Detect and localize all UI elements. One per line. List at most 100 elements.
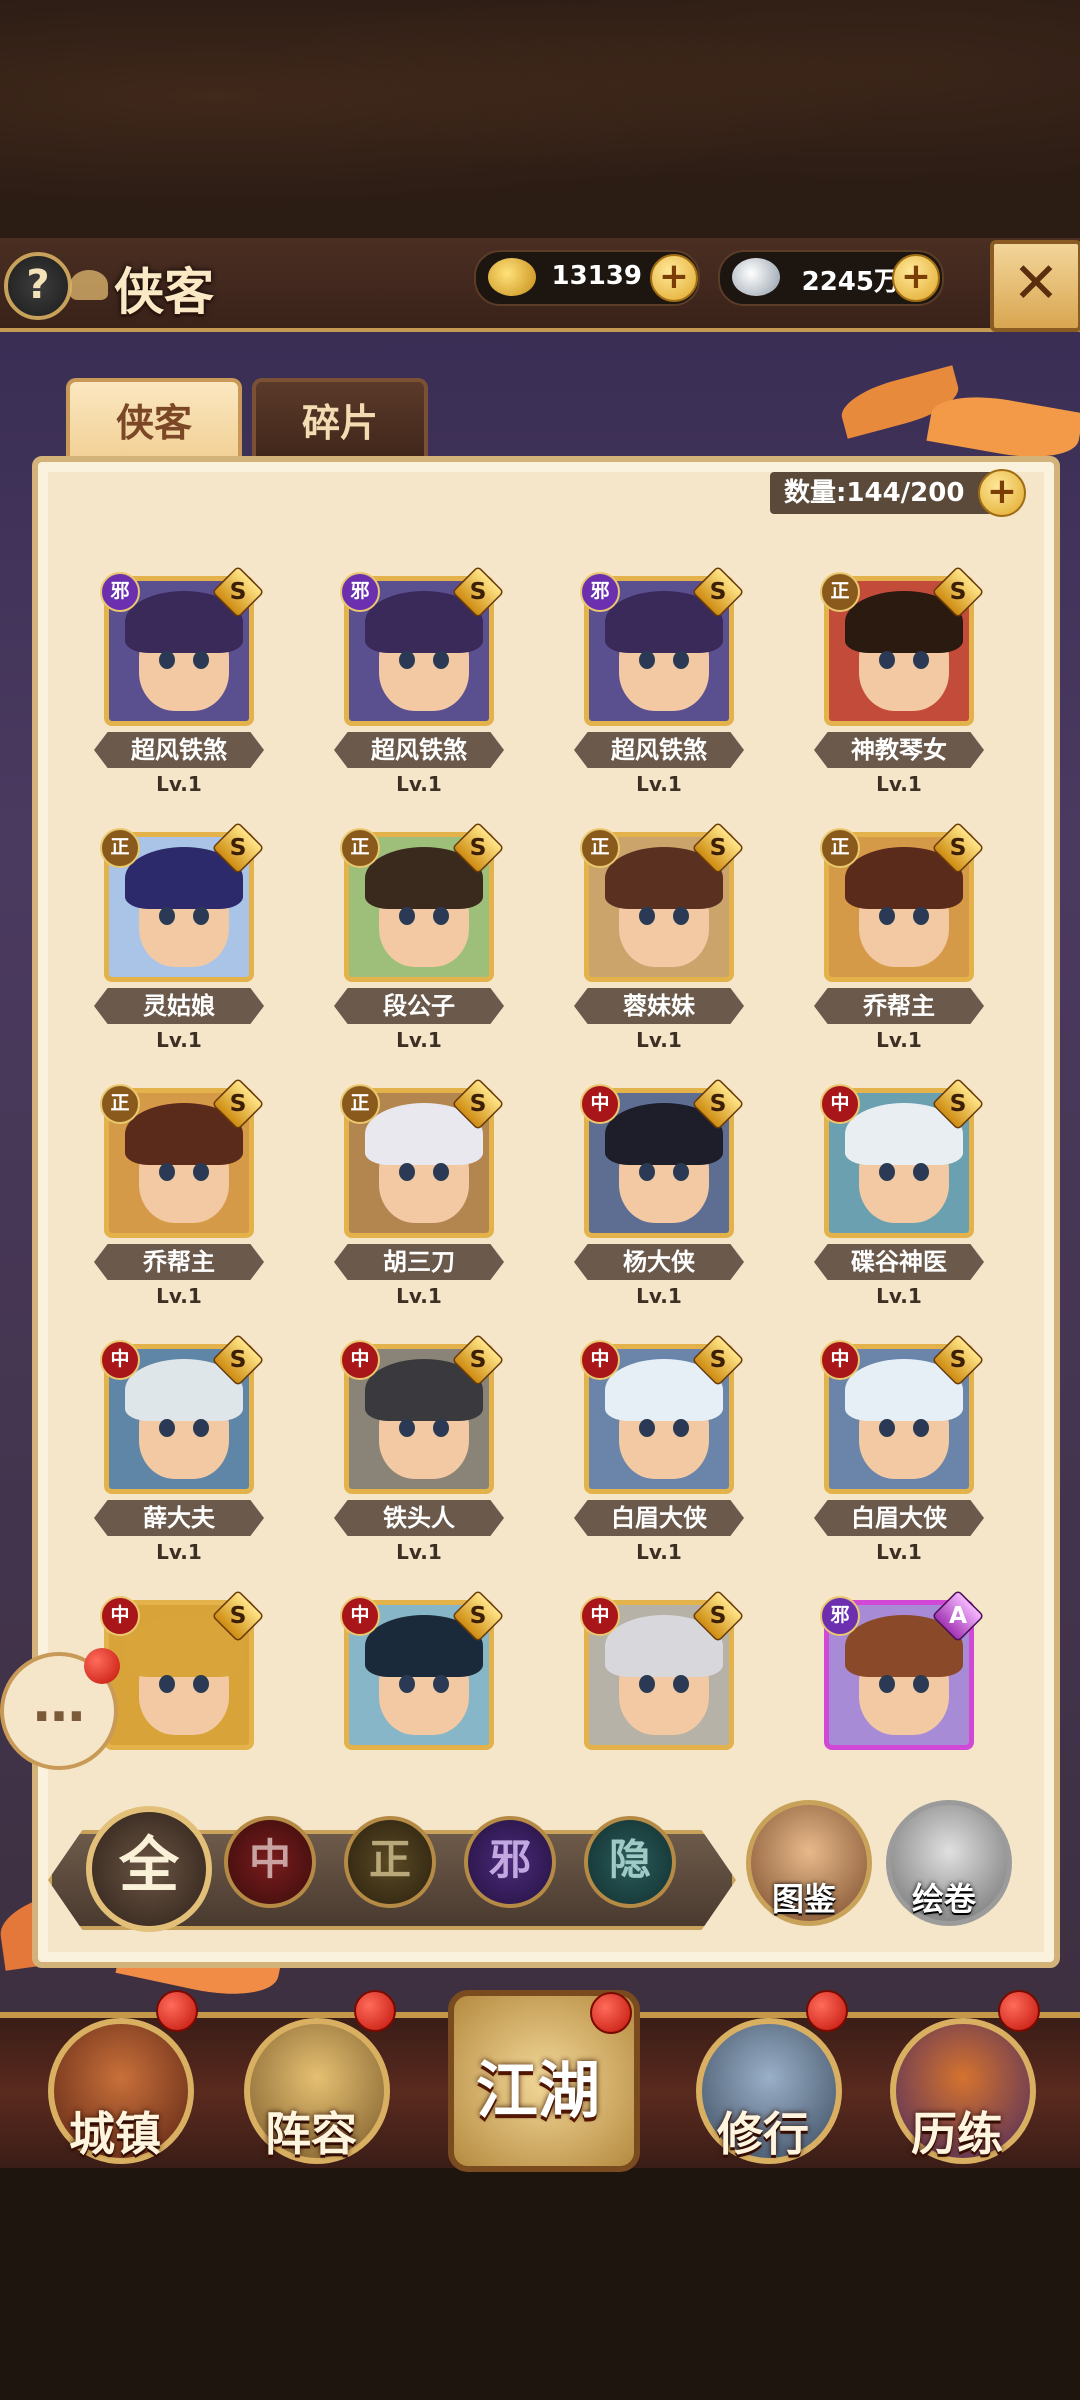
expand-capacity-button[interactable]: +	[978, 469, 1026, 517]
faction-badge: 正	[820, 572, 860, 612]
chat-notification-dot	[84, 1648, 120, 1684]
filter-neutral-button[interactable]: 中	[224, 1816, 316, 1908]
help-button[interactable]: ?	[4, 252, 72, 320]
hero-name: 超风铁煞	[574, 732, 744, 768]
grade-letter: S	[229, 577, 247, 606]
hero-eye	[433, 1675, 449, 1693]
hero-level: Lv.1	[876, 1540, 922, 1564]
nav-trial-label: 历练	[911, 2107, 1003, 2161]
hero-eye	[639, 1419, 655, 1437]
faction-badge: 中	[580, 1084, 620, 1124]
hero-name: 薛大夫	[94, 1500, 264, 1536]
hero-eye	[639, 1675, 655, 1693]
hero-name: 杨大侠	[574, 1244, 744, 1280]
hero-eye	[193, 651, 209, 669]
faction-badge: 正	[820, 828, 860, 868]
faction-badge: 中	[580, 1596, 620, 1636]
hero-eye	[913, 651, 929, 669]
hero-name: 乔帮主	[94, 1244, 264, 1280]
grade-letter: S	[469, 1089, 487, 1118]
tab-fragments[interactable]: 碎片	[252, 378, 428, 464]
filter-evil-button[interactable]: 邪	[464, 1816, 556, 1908]
silver-amount: 2245万	[801, 267, 900, 297]
gold-ingot-icon	[488, 258, 536, 296]
hero-eye	[193, 907, 209, 925]
hero-name: 超风铁煞	[94, 732, 264, 768]
hero-level: Lv.1	[636, 1540, 682, 1564]
hero-name: 白眉大侠	[814, 1500, 984, 1536]
nav-jianghu-label: 江湖	[475, 2054, 600, 2127]
bottom-background	[0, 2160, 1080, 2400]
hero-eye	[673, 1419, 689, 1437]
grade-letter: S	[229, 1345, 247, 1374]
hero-eye	[913, 1419, 929, 1437]
filter-all-button[interactable]: 全	[86, 1806, 212, 1932]
close-button[interactable]: ✕	[990, 240, 1080, 332]
jianghu-notification-dot	[590, 1992, 632, 2034]
hero-eye	[639, 907, 655, 925]
filter-hidden-button[interactable]: 隐	[584, 1816, 676, 1908]
hero-eye	[639, 1163, 655, 1181]
hero-eye	[879, 651, 895, 669]
hero-level: Lv.1	[396, 1028, 442, 1052]
faction-badge: 邪	[580, 572, 620, 612]
faction-badge: 邪	[820, 1596, 860, 1636]
hero-eye	[159, 1419, 175, 1437]
faction-badge: 中	[100, 1340, 140, 1380]
page-title: 侠客	[114, 262, 214, 321]
hero-level: Lv.1	[396, 772, 442, 796]
hero-eye	[159, 1675, 175, 1693]
add-gold-button[interactable]: +	[650, 254, 698, 302]
hero-name: 乔帮主	[814, 988, 984, 1024]
hero-name: 铁头人	[334, 1500, 504, 1536]
hero-eye	[673, 1675, 689, 1693]
hero-level: Lv.1	[396, 1284, 442, 1308]
hero-eye	[193, 1163, 209, 1181]
grade-letter: S	[229, 833, 247, 862]
grade-letter: S	[709, 1601, 727, 1630]
hero-eye	[399, 1163, 415, 1181]
tab-heroes[interactable]: 侠客	[66, 378, 242, 464]
faction-badge: 邪	[100, 572, 140, 612]
grade-letter: S	[469, 833, 487, 862]
hero-eye	[433, 1419, 449, 1437]
hero-eye	[673, 651, 689, 669]
hero-eye	[399, 907, 415, 925]
faction-badge: 正	[100, 1084, 140, 1124]
hero-level: Lv.1	[156, 1284, 202, 1308]
hero-eye	[159, 651, 175, 669]
nav-town-label: 城镇	[69, 2107, 161, 2161]
faction-badge: 正	[340, 828, 380, 868]
filter-righteous-button[interactable]: 正	[344, 1816, 436, 1908]
grade-letter: S	[709, 1345, 727, 1374]
nav-lineup-label: 阵容	[265, 2107, 357, 2161]
gold-amount: 13139	[551, 261, 642, 291]
hero-name: 白眉大侠	[574, 1500, 744, 1536]
grade-letter: S	[469, 577, 487, 606]
grade-letter: S	[949, 1089, 967, 1118]
nav-train-label: 修行	[717, 2107, 809, 2161]
hero-eye	[433, 651, 449, 669]
hero-eye	[399, 651, 415, 669]
faction-badge: 中	[340, 1340, 380, 1380]
hero-name: 段公子	[334, 988, 504, 1024]
hero-name: 神教琴女	[814, 732, 984, 768]
grade-letter: S	[469, 1345, 487, 1374]
hero-level: Lv.1	[156, 1028, 202, 1052]
hero-eye	[913, 1675, 929, 1693]
grade-letter: S	[709, 833, 727, 862]
hero-eye	[913, 1163, 929, 1181]
grade-letter: S	[229, 1089, 247, 1118]
faction-badge: 中	[100, 1596, 140, 1636]
add-silver-button[interactable]: +	[892, 254, 940, 302]
hero-name: 胡三刀	[334, 1244, 504, 1280]
hero-eye	[159, 1163, 175, 1181]
faction-badge: 正	[100, 828, 140, 868]
faction-badge: 中	[340, 1596, 380, 1636]
atlas-label: 图鉴	[771, 1880, 836, 1918]
hero-eye	[879, 1419, 895, 1437]
lineup-notification-dot	[354, 1990, 396, 2032]
scroll-label: 绘卷	[911, 1880, 976, 1918]
hero-eye	[673, 907, 689, 925]
hero-name: 碟谷神医	[814, 1244, 984, 1280]
